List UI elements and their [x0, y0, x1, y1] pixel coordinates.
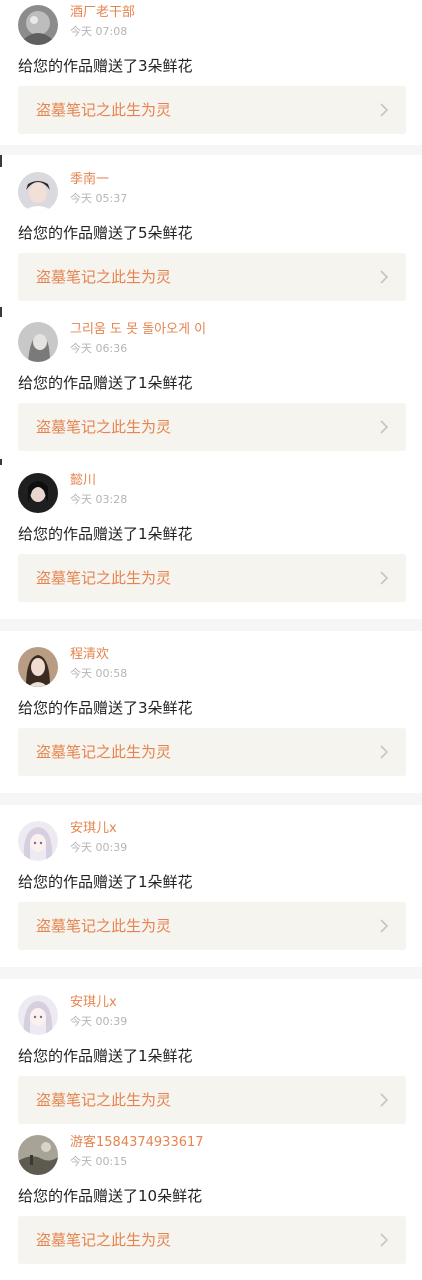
avatar-anime-girl-icon[interactable] [18, 995, 58, 1035]
gift-message: 给您的作品赠送了1朵鲜花 [18, 525, 193, 543]
work-link-button[interactable]: 盗墓笔记之此生为灵 [18, 1076, 406, 1124]
username[interactable]: 安琪儿x [70, 994, 117, 1012]
username[interactable]: 酒厂老干部 [70, 4, 135, 22]
timestamp: 今天 00:39 [70, 1015, 128, 1028]
chevron-right-icon [378, 1093, 390, 1107]
gift-message: 给您的作品赠送了1朵鲜花 [18, 1047, 193, 1065]
username[interactable]: 季南一 [70, 171, 109, 189]
work-title: 盗墓笔记之此生为灵 [36, 1091, 172, 1109]
notification-item: 程清欢 今天 00:58 给您的作品赠送了3朵鲜花 盗墓笔记之此生为灵 [0, 642, 422, 793]
timestamp: 今天 07:08 [70, 25, 128, 38]
notification-item: 그리움 도 못 돌아오게 이 今天 06:36 给您的作品赠送了1朵鲜花 盗墓笔… [0, 317, 422, 459]
username[interactable]: 安琪儿x [70, 820, 117, 838]
chevron-right-icon [378, 1233, 390, 1247]
list-separator [0, 145, 422, 155]
avatar-photo-portrait-icon[interactable] [18, 172, 58, 212]
timestamp: 今天 03:28 [70, 493, 128, 506]
work-link-button[interactable]: 盗墓笔记之此生为灵 [18, 902, 406, 950]
username[interactable]: 游客1584374933617 [70, 1134, 204, 1152]
chevron-right-icon [378, 420, 390, 434]
work-title: 盗墓笔记之此生为灵 [36, 569, 172, 587]
work-title: 盗墓笔记之此生为灵 [36, 418, 172, 436]
work-link-button[interactable]: 盗墓笔记之此生为灵 [18, 1216, 406, 1264]
list-separator [0, 967, 422, 979]
chevron-right-icon [378, 571, 390, 585]
list-separator [0, 619, 422, 631]
work-title: 盗墓笔记之此生为灵 [36, 1231, 172, 1249]
work-title: 盗墓笔记之此生为灵 [36, 268, 172, 286]
gift-message: 给您的作品赠送了1朵鲜花 [18, 873, 193, 891]
chevron-right-icon [378, 103, 390, 117]
gift-message: 给您的作品赠送了10朵鲜花 [18, 1187, 203, 1205]
avatar-photo-gray-icon[interactable] [18, 322, 58, 362]
timestamp: 今天 05:37 [70, 192, 128, 205]
notification-item: 游客1584374933617 今天 00:15 给您的作品赠送了10朵鲜花 盗… [0, 1130, 422, 1280]
notification-item: 安琪儿x 今天 00:39 给您的作品赠送了1朵鲜花 盗墓笔记之此生为灵 [0, 816, 422, 967]
notification-item: 季南一 今天 05:37 给您的作品赠送了5朵鲜花 盗墓笔记之此生为灵 [0, 167, 422, 307]
work-title: 盗墓笔记之此生为灵 [36, 101, 172, 119]
avatar-photo-gray-icon[interactable] [18, 5, 58, 45]
gift-message: 给您的作品赠送了3朵鲜花 [18, 57, 193, 75]
gift-message: 给您的作品赠送了5朵鲜花 [18, 224, 193, 242]
gift-message: 给您的作品赠送了1朵鲜花 [18, 374, 193, 392]
work-link-button[interactable]: 盗墓笔记之此生为灵 [18, 403, 406, 451]
chevron-right-icon [378, 919, 390, 933]
work-link-button[interactable]: 盗墓笔记之此生为灵 [18, 253, 406, 301]
chevron-right-icon [378, 270, 390, 284]
username[interactable]: 그리움 도 못 돌아오게 이 [70, 321, 206, 339]
timestamp: 今天 00:39 [70, 841, 128, 854]
username[interactable]: 懿川 [70, 472, 96, 490]
gift-message: 给您的作品赠送了3朵鲜花 [18, 699, 193, 717]
list-separator [0, 793, 422, 805]
chevron-right-icon [378, 745, 390, 759]
avatar-anime-girl-icon[interactable] [18, 821, 58, 861]
avatar-photo-landscape-icon[interactable] [18, 1135, 58, 1175]
timestamp: 今天 00:58 [70, 667, 128, 680]
timestamp: 今天 00:15 [70, 1155, 128, 1168]
work-title: 盗墓笔记之此生为灵 [36, 917, 172, 935]
work-link-button[interactable]: 盗墓笔记之此生为灵 [18, 86, 406, 134]
notification-item: 安琪儿x 今天 00:39 给您的作品赠送了1朵鲜花 盗墓笔记之此生为灵 [0, 990, 422, 1135]
timestamp: 今天 06:36 [70, 342, 128, 355]
notification-item: 酒厂老干部 今天 07:08 给您的作品赠送了3朵鲜花 盗墓笔记之此生为灵 [0, 0, 422, 145]
avatar-photo-warm-icon[interactable] [18, 647, 58, 687]
notification-item: 懿川 今天 03:28 给您的作品赠送了1朵鲜花 盗墓笔记之此生为灵 [0, 468, 422, 619]
work-title: 盗墓笔记之此生为灵 [36, 743, 172, 761]
avatar-photo-dark-icon[interactable] [18, 473, 58, 513]
work-link-button[interactable]: 盗墓笔记之此生为灵 [18, 728, 406, 776]
username[interactable]: 程清欢 [70, 646, 109, 664]
work-link-button[interactable]: 盗墓笔记之此生为灵 [18, 554, 406, 602]
